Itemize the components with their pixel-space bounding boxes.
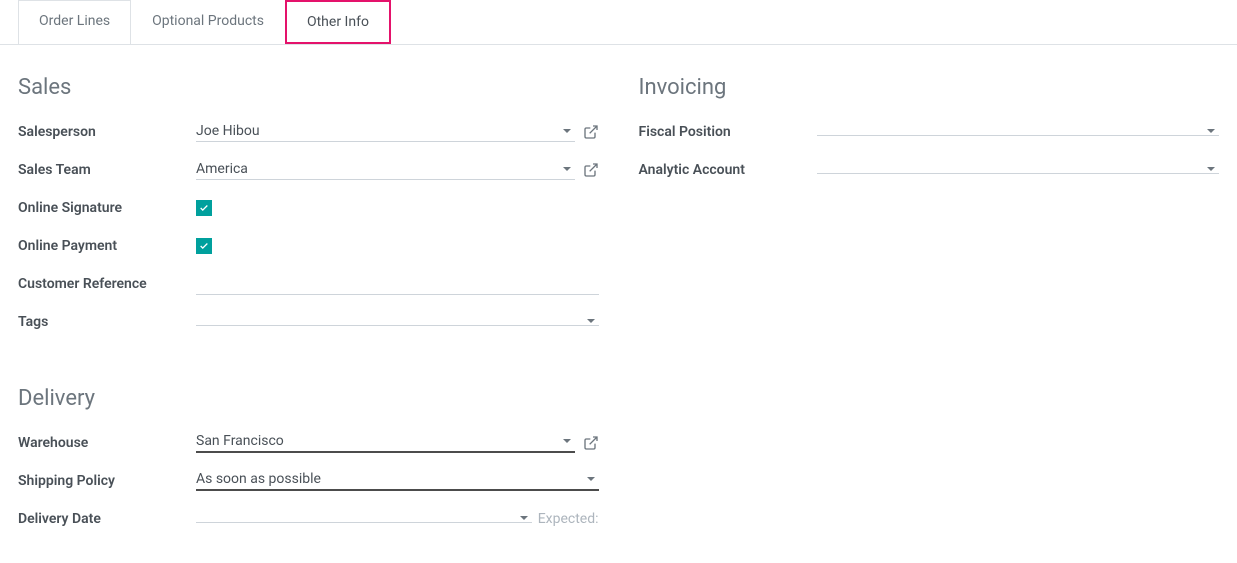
tab-order-lines[interactable]: Order Lines bbox=[18, 0, 131, 44]
label-tags: Tags bbox=[18, 314, 196, 330]
fiscal-position-select[interactable] bbox=[817, 129, 1220, 136]
caret-down-icon bbox=[587, 319, 595, 323]
label-online-payment: Online Payment bbox=[18, 238, 196, 254]
salesperson-select[interactable]: Joe Hibou bbox=[196, 123, 575, 142]
sales-team-select[interactable]: America bbox=[196, 161, 575, 180]
shipping-policy-select[interactable]: As soon as possible bbox=[196, 471, 599, 491]
label-customer-reference: Customer Reference bbox=[18, 276, 196, 292]
delivery-date-select[interactable] bbox=[196, 516, 532, 523]
tab-other-info[interactable]: Other Info bbox=[285, 0, 391, 44]
label-warehouse: Warehouse bbox=[18, 435, 196, 451]
label-delivery-date: Delivery Date bbox=[18, 511, 196, 527]
caret-down-icon bbox=[1207, 167, 1215, 171]
label-shipping-policy: Shipping Policy bbox=[18, 473, 196, 489]
section-title-sales: Sales bbox=[18, 75, 599, 100]
external-link-icon[interactable] bbox=[583, 162, 599, 178]
caret-down-icon bbox=[563, 439, 571, 443]
tab-bar: Order Lines Optional Products Other Info bbox=[0, 0, 1237, 45]
expected-label: Expected: bbox=[538, 511, 599, 527]
label-online-signature: Online Signature bbox=[18, 200, 196, 216]
label-sales-team: Sales Team bbox=[18, 162, 196, 178]
tags-select[interactable] bbox=[196, 319, 599, 326]
check-icon bbox=[199, 203, 209, 213]
warehouse-select[interactable]: San Francisco bbox=[196, 433, 575, 453]
salesperson-value: Joe Hibou bbox=[196, 123, 563, 139]
customer-reference-input[interactable] bbox=[196, 273, 599, 295]
label-fiscal-position: Fiscal Position bbox=[639, 124, 817, 140]
label-salesperson: Salesperson bbox=[18, 124, 196, 140]
analytic-account-select[interactable] bbox=[817, 167, 1220, 174]
tab-optional-products[interactable]: Optional Products bbox=[131, 0, 285, 44]
check-icon bbox=[199, 241, 209, 251]
caret-down-icon bbox=[587, 477, 595, 481]
caret-down-icon bbox=[520, 516, 528, 520]
caret-down-icon bbox=[563, 129, 571, 133]
caret-down-icon bbox=[1207, 129, 1215, 133]
section-title-invoicing: Invoicing bbox=[639, 75, 1220, 100]
warehouse-value: San Francisco bbox=[196, 433, 563, 449]
label-analytic-account: Analytic Account bbox=[639, 162, 817, 178]
external-link-icon[interactable] bbox=[583, 124, 599, 140]
external-link-icon[interactable] bbox=[583, 435, 599, 451]
sales-team-value: America bbox=[196, 161, 563, 177]
online-payment-checkbox[interactable] bbox=[196, 238, 212, 254]
online-signature-checkbox[interactable] bbox=[196, 200, 212, 216]
caret-down-icon bbox=[563, 167, 571, 171]
shipping-policy-value: As soon as possible bbox=[196, 471, 587, 487]
section-title-delivery: Delivery bbox=[18, 386, 599, 411]
